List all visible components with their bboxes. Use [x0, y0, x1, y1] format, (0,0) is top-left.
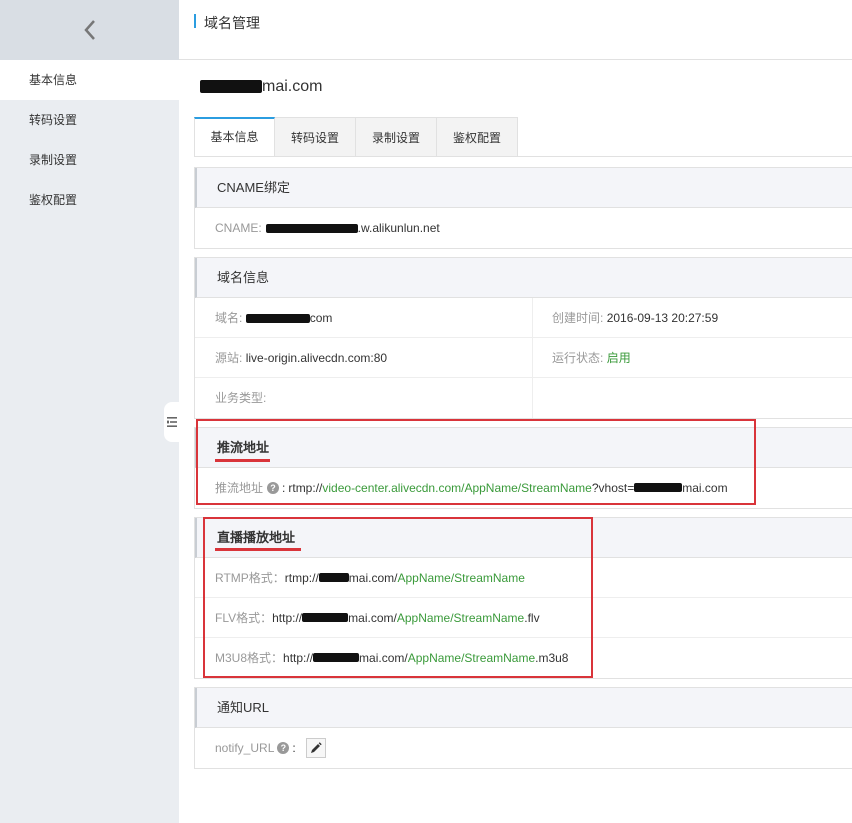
status-cell: 运行状态: 启用	[533, 338, 852, 377]
list-collapse-icon	[167, 417, 177, 427]
sidebar-item-recording[interactable]: 录制设置	[0, 140, 179, 180]
domain-info-panel: 域名信息 域名: com 创建时间: 2016-09-13 20:27:59 源…	[194, 257, 852, 419]
tab-transcode[interactable]: 转码设置	[275, 117, 356, 157]
redacted-text	[200, 80, 262, 94]
sidebar-item-auth[interactable]: 鉴权配置	[0, 180, 179, 220]
redacted-text	[265, 224, 358, 234]
tabs-divider	[194, 156, 852, 157]
cname-label: CNAME:	[215, 221, 262, 235]
table-row: 业务类型:	[195, 378, 852, 418]
notify-row: notify_URL ? :	[195, 728, 852, 768]
status-label: 运行状态:	[552, 351, 604, 365]
domain-title-suffix: mai.com	[262, 78, 323, 95]
domain-info-panel-title: 域名信息	[195, 258, 852, 298]
notify-url-panel: 通知URL notify_URL ? :	[194, 687, 852, 769]
push-highlight-box	[196, 419, 756, 505]
created-label: 创建时间:	[552, 311, 604, 325]
created-cell: 创建时间: 2016-09-13 20:27:59	[533, 298, 852, 337]
biz-type-label: 业务类型:	[215, 391, 267, 405]
page-header: 域名管理	[179, 0, 852, 60]
domain-cell: 域名: com	[195, 298, 533, 337]
notify-panel-title: 通知URL	[195, 688, 852, 728]
cname-panel-title: CNAME绑定	[195, 168, 852, 208]
origin-value: live-origin.alivecdn.com:80	[245, 351, 388, 365]
help-icon[interactable]: ?	[277, 742, 290, 754]
notify-colon: :	[292, 741, 296, 755]
origin-label: 源站:	[215, 351, 243, 365]
play-highlight-box	[203, 517, 593, 678]
redacted-text	[245, 314, 310, 324]
created-value: 2016-09-13 20:27:59	[606, 311, 719, 325]
domain-value-suffix: com	[309, 311, 333, 325]
chevron-left-icon	[83, 20, 95, 40]
tab-basic-info[interactable]: 基本信息	[194, 117, 275, 157]
empty-cell	[533, 378, 852, 418]
cname-row: CNAME: .w.alikunlun.net	[195, 208, 852, 248]
push-title-underline	[215, 459, 270, 462]
main-content: 域名管理 mai.com 基本信息 转码设置 录制设置 鉴权配置 CNAME绑定…	[179, 0, 852, 823]
sidebar: 基本信息 转码设置 录制设置 鉴权配置	[0, 0, 179, 823]
biz-type-cell: 业务类型:	[195, 378, 533, 418]
origin-cell: 源站: live-origin.alivecdn.com:80	[195, 338, 533, 377]
pencil-icon	[310, 742, 322, 753]
cname-value-suffix: .w.alikunlun.net	[357, 221, 440, 235]
title-accent-bar	[194, 14, 196, 28]
tab-recording[interactable]: 录制设置	[356, 117, 437, 157]
table-row: 域名: com 创建时间: 2016-09-13 20:27:59	[195, 298, 852, 338]
play-title-underline	[215, 548, 301, 551]
collapse-sidebar-button[interactable]	[164, 402, 180, 442]
back-button[interactable]	[0, 0, 179, 60]
domain-title: mai.com	[200, 78, 322, 96]
domain-label: 域名:	[215, 311, 243, 325]
status-value: 启用	[606, 351, 631, 365]
edit-notify-url-button[interactable]	[305, 738, 326, 758]
page-title: 域名管理	[204, 15, 260, 31]
cname-panel: CNAME绑定 CNAME: .w.alikunlun.net	[194, 167, 852, 249]
tab-auth[interactable]: 鉴权配置	[437, 117, 518, 157]
sidebar-item-transcode[interactable]: 转码设置	[0, 100, 179, 140]
table-row: 源站: live-origin.alivecdn.com:80 运行状态: 启用	[195, 338, 852, 378]
cname-value: .w.alikunlun.net	[265, 208, 440, 248]
tab-bar: 基本信息 转码设置 录制设置 鉴权配置	[194, 117, 518, 157]
notify-label: notify_URL	[215, 741, 275, 755]
sidebar-item-basic-info[interactable]: 基本信息	[0, 60, 179, 100]
